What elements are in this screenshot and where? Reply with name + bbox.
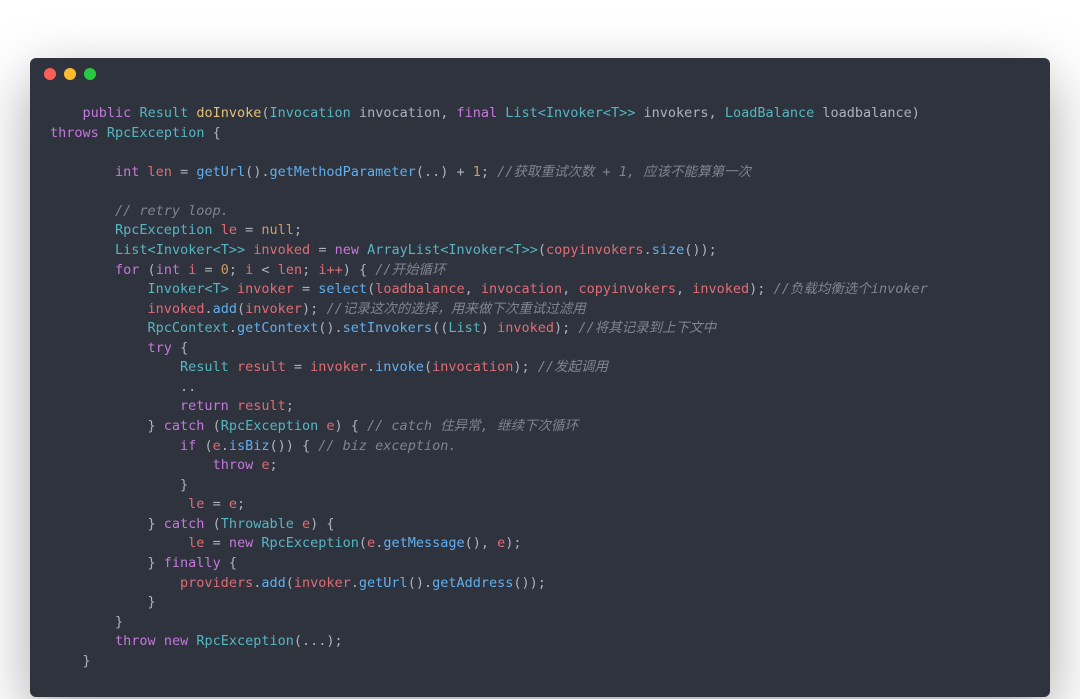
- titlebar: [30, 58, 1050, 90]
- code-line: public Result doInvoke(Invocation invoca…: [50, 105, 928, 669]
- minimize-icon[interactable]: [64, 68, 76, 80]
- zoom-icon[interactable]: [84, 68, 96, 80]
- close-icon[interactable]: [44, 68, 56, 80]
- code-block: public Result doInvoke(Invocation invoca…: [30, 90, 1050, 697]
- code-window: public Result doInvoke(Invocation invoca…: [30, 58, 1050, 697]
